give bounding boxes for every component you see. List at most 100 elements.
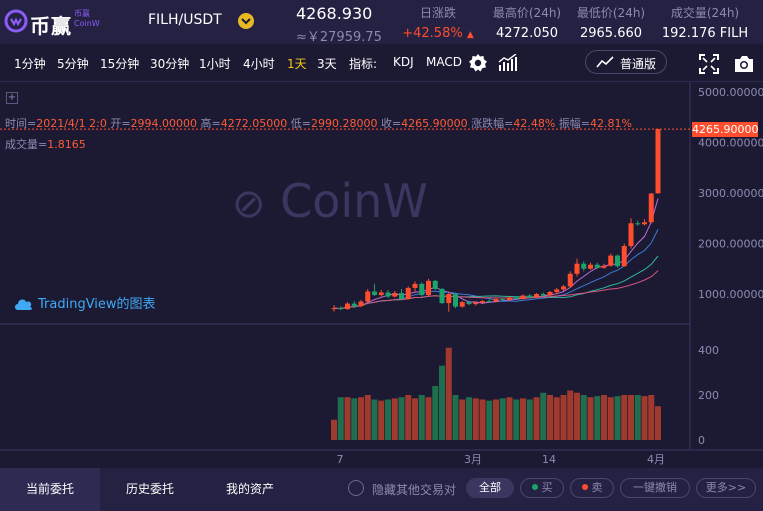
candle-body	[399, 292, 404, 300]
candle-body	[392, 292, 398, 297]
amplitude-label: 振幅=	[558, 117, 591, 130]
volume-bar	[398, 397, 405, 440]
orders-footer: 当前委托 历史委托 我的资产 隐藏其他交易对 全部 买 卖 一键撤销 更多>>	[0, 468, 763, 511]
interval-1h[interactable]: 1小时	[199, 55, 231, 72]
price-axis-label: 2000.00000	[698, 238, 763, 251]
volume-bar	[513, 399, 520, 440]
candle-body	[432, 280, 438, 289]
cancel-all-button[interactable]: 一键撤销	[620, 478, 690, 498]
price-axis-label: 3000.00000	[698, 187, 763, 200]
candle-body	[547, 291, 553, 296]
time-axis-label: 4月	[647, 453, 665, 466]
price-axis-label: 4000.00000	[698, 137, 763, 150]
stat-volume-value: 192.176 FILH	[661, 26, 749, 41]
volume-bar	[391, 398, 398, 440]
indicator-kdj[interactable]: KDJ	[393, 55, 414, 69]
candle-body	[615, 255, 620, 267]
volume-axis-label: 0	[698, 434, 705, 447]
standard-version-button[interactable]: 普通版	[585, 50, 667, 74]
candle-body	[351, 303, 357, 307]
stat-volume-label: 成交量(24h)	[670, 6, 740, 20]
interval-4h[interactable]: 4小时	[243, 55, 275, 72]
candle-body	[574, 263, 580, 274]
logo-text: 币赢	[30, 14, 72, 38]
filter-sell-button[interactable]: 卖	[570, 478, 614, 498]
camera-icon[interactable]	[733, 54, 755, 74]
candle-body	[594, 264, 600, 268]
volume-bar	[351, 398, 358, 440]
candle-body	[466, 302, 472, 305]
volume-bar	[486, 400, 493, 440]
hide-other-pairs-label: 隐藏其他交易对	[372, 483, 457, 497]
tab-order-history[interactable]: 历史委托	[100, 468, 200, 511]
stat-low-label: 最低价(24h)	[576, 6, 646, 20]
interval-15m[interactable]: 15分钟	[100, 55, 139, 72]
volume-bar	[655, 406, 661, 440]
candle-body	[378, 292, 384, 296]
volume-bar	[432, 386, 439, 440]
volume-bar	[607, 397, 614, 440]
volume-axis-label: 400	[698, 344, 719, 357]
logo[interactable]: 币赢 币赢CoinW	[4, 6, 100, 38]
chart-style-icon[interactable]	[498, 54, 518, 72]
candle-body	[635, 223, 641, 225]
time-axis-label: 3月	[464, 453, 482, 466]
tradingview-link[interactable]: TradingView的图表	[14, 293, 156, 312]
candle-body	[426, 280, 431, 296]
interval-5m[interactable]: 5分钟	[57, 55, 89, 72]
candle-body	[567, 273, 573, 287]
buy-dot-icon	[531, 484, 538, 490]
volume-bar	[634, 395, 641, 440]
volume-bar	[614, 396, 621, 440]
collapse-legend-icon[interactable]: +	[6, 92, 18, 104]
time-axis-label: 14	[542, 453, 556, 466]
volume-bar	[628, 395, 634, 440]
close-label: 收=	[380, 117, 402, 130]
volume-bar	[445, 347, 452, 440]
market-header: 币赢 币赢CoinW FILH/USDT 4268.930 ≈￥27959.75…	[0, 0, 763, 45]
hide-other-pairs-checkbox[interactable]	[348, 480, 364, 496]
volume-bar	[337, 397, 344, 440]
watermark-logo-icon: ⊘	[232, 181, 266, 227]
standard-version-label: 普通版	[620, 57, 657, 71]
interval-1d[interactable]: 1天	[287, 55, 307, 72]
volume-bar	[553, 397, 560, 440]
filter-all-button[interactable]: 全部	[466, 478, 514, 498]
tab-current-orders[interactable]: 当前委托	[0, 468, 100, 511]
pair-dropdown-icon[interactable]	[238, 13, 254, 29]
tab-my-assets[interactable]: 我的资产	[200, 468, 300, 511]
price-axis-label: 1000.00000	[698, 288, 763, 301]
volume-bar	[601, 395, 607, 440]
candle-body	[453, 294, 458, 307]
indicator-macd[interactable]: MACD	[426, 55, 462, 69]
more-button[interactable]: 更多>>	[696, 478, 756, 498]
stat-change: 日涨跌 +42.58% ▲	[400, 4, 476, 41]
arrow-up-icon: ▲	[466, 30, 474, 40]
high-value: 4272.05000	[220, 117, 288, 130]
volume-bar	[506, 397, 513, 440]
volume-bar	[540, 392, 547, 440]
candle-body	[588, 264, 593, 269]
candle-body	[655, 129, 661, 194]
indicators-label: 指标:	[349, 57, 378, 71]
candle-body	[358, 301, 364, 307]
price-chart[interactable]: 5000.00000 4000.00000 3000.00000 2000.00000…	[0, 82, 763, 468]
interval-30m[interactable]: 30分钟	[150, 55, 189, 72]
trading-pair[interactable]: FILH/USDT	[148, 12, 222, 28]
candle-body	[507, 297, 512, 301]
gear-icon[interactable]	[468, 53, 488, 73]
stat-change-label: 日涨跌	[419, 6, 456, 20]
interval-3d[interactable]: 3天	[317, 55, 337, 72]
candle-body	[372, 291, 377, 296]
candle-body	[486, 301, 492, 303]
change-value: 42.48%	[513, 117, 556, 130]
filter-buy-button[interactable]: 买	[520, 478, 564, 498]
candle-body	[493, 299, 499, 302]
interval-1m[interactable]: 1分钟	[14, 55, 46, 72]
volume-bar	[472, 398, 479, 440]
candle-body	[405, 287, 411, 300]
fullscreen-icon[interactable]	[699, 54, 719, 74]
high-label: 高=	[200, 117, 221, 130]
candle-body	[540, 294, 546, 296]
candlestick-chart-svg[interactable]: 5000.00000 4000.00000 3000.00000 2000.00000…	[0, 82, 763, 468]
